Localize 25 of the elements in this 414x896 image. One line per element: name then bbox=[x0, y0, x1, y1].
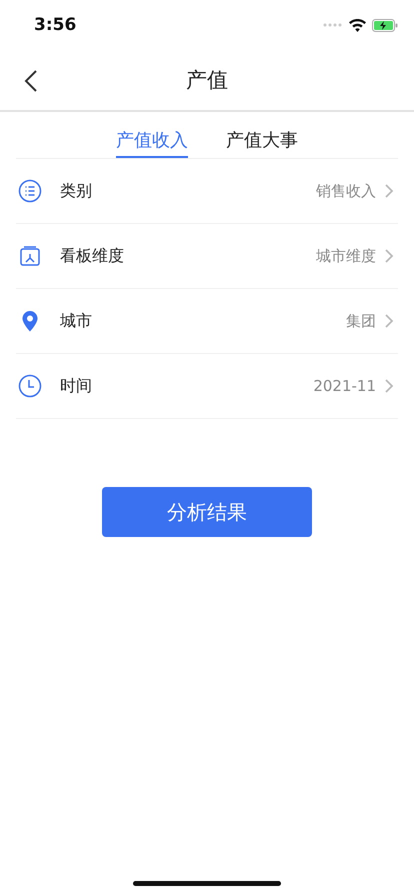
tab[interactable]: 产值大事 bbox=[226, 128, 298, 158]
row-value[interactable]: 城市维度 bbox=[316, 246, 376, 266]
chevron-icon[interactable] bbox=[385, 184, 394, 198]
row-label: 城市 bbox=[60, 310, 93, 332]
list-icon bbox=[18, 179, 42, 203]
clock-icon bbox=[18, 374, 42, 398]
tab[interactable]: 产值收入 bbox=[116, 128, 188, 158]
row-label: 时间 bbox=[60, 376, 93, 396]
chevron-icon[interactable] bbox=[385, 379, 394, 393]
signal-icon bbox=[323, 23, 343, 27]
status-time: 3:56 bbox=[34, 15, 76, 35]
battery-icon bbox=[372, 18, 398, 32]
row-value[interactable]: 销售收入 bbox=[316, 182, 376, 200]
home-indicator[interactable] bbox=[133, 881, 281, 886]
row-label: 类别 bbox=[60, 180, 93, 202]
row-value[interactable]: 2021-11 bbox=[313, 377, 376, 395]
back-icon[interactable] bbox=[24, 70, 38, 92]
wifi-icon bbox=[349, 18, 366, 32]
board-icon bbox=[18, 244, 42, 268]
page-title: 产值 bbox=[186, 67, 228, 94]
chevron-icon[interactable] bbox=[385, 249, 394, 263]
chevron-icon[interactable] bbox=[385, 314, 394, 328]
row-value[interactable]: 集团 bbox=[346, 312, 376, 330]
row-label: 看板维度 bbox=[60, 246, 125, 266]
analyze-button[interactable]: 分析结果 bbox=[102, 487, 312, 537]
